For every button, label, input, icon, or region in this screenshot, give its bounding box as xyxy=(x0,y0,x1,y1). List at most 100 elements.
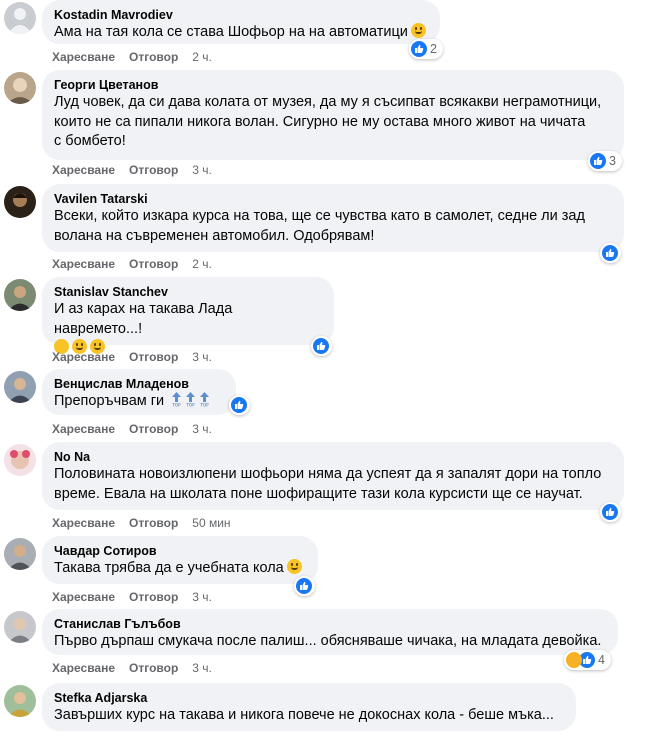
reply-link[interactable]: Отговор xyxy=(129,350,178,364)
comment-author[interactable]: Станислав Гълъбов xyxy=(54,616,606,632)
comment-bubble: Stanislav Stanchev И аз карах на такава … xyxy=(42,277,334,354)
avatar[interactable] xyxy=(4,371,36,403)
like-link[interactable]: Харесване xyxy=(52,350,115,364)
avatar[interactable] xyxy=(4,186,36,218)
comment-actions: Харесване Отговор 3 ч. xyxy=(52,589,212,605)
like-link[interactable]: Харесване xyxy=(52,257,115,271)
reaction-count: 2 xyxy=(430,42,437,56)
comment-text: Завърших курс на такава и никога повече … xyxy=(54,707,554,723)
comment-text-line: които не са пипали никога волан. Сигурно… xyxy=(54,113,586,130)
smile-emoji xyxy=(410,23,426,38)
like-link[interactable]: Харесване xyxy=(52,590,115,604)
like-icon xyxy=(411,41,427,57)
comment-time[interactable]: 50 мин xyxy=(192,516,230,530)
comment-text: Препоръчвам ги TOP TOP TOP xyxy=(54,392,224,412)
comment-text-content: Такава трябва да е учебната кола xyxy=(54,560,284,576)
comment-author[interactable]: Vavilen Tatarski xyxy=(54,191,612,207)
reaction-summary[interactable] xyxy=(229,395,250,415)
comment-time[interactable]: 3 ч. xyxy=(192,163,212,177)
reaction-summary[interactable]: 3 xyxy=(588,151,622,171)
avatar[interactable] xyxy=(4,611,36,643)
comment-text: Ама на тая кола се става Шофьор на на ав… xyxy=(54,23,428,43)
comment-text-content: Ама на тая кола се става Шофьор на на ав… xyxy=(54,24,408,40)
comment-time[interactable]: 2 ч. xyxy=(192,257,212,271)
reply-link[interactable]: Отговор xyxy=(129,50,178,64)
comment-author[interactable]: Kostadin Mavrodiev xyxy=(54,7,428,23)
comment-bubble: Kostadin Mavrodiev Ама на тая кола се ст… xyxy=(42,0,440,44)
like-icon xyxy=(296,578,312,594)
avatar[interactable] xyxy=(4,538,36,570)
comment-bubble: Станислав Гълъбов Първо дърпаш смукача п… xyxy=(42,609,618,655)
comment-bubble: Георги Цветанов Луд човек, да си дава ко… xyxy=(42,70,624,160)
comment-text-content: Препоръчвам ги xyxy=(54,393,165,409)
reaction-summary[interactable] xyxy=(311,336,332,356)
like-icon xyxy=(231,397,247,413)
comment-text: Такава трябва да е учебната кола xyxy=(54,559,306,579)
avatar[interactable] xyxy=(4,444,36,476)
comment-time[interactable]: 3 ч. xyxy=(192,422,212,436)
like-link[interactable]: Харесване xyxy=(52,422,115,436)
smile-emoji xyxy=(286,559,302,574)
comment-author[interactable]: Stefka Adjarska xyxy=(54,690,564,706)
comment-text-line: време. Евала на школата поне шофиращите … xyxy=(54,485,583,502)
comment-author[interactable]: Чавдар Сотиров xyxy=(54,543,306,559)
like-link[interactable]: Харесване xyxy=(52,516,115,530)
comment-text: И аз карах на такава Лада навремето...! xyxy=(54,301,233,337)
comment-bubble: Stefka Adjarska Завърших курс на такава … xyxy=(42,683,576,731)
comment-time[interactable]: 3 ч. xyxy=(192,590,212,604)
comments-feed: Kostadin Mavrodiev Ама на тая кола се ст… xyxy=(0,0,649,735)
comment-time[interactable]: 3 ч. xyxy=(192,661,212,675)
comment-bubble: No Na Половината новоизлюпени шофьори ня… xyxy=(42,442,624,510)
like-link[interactable]: Харесване xyxy=(52,163,115,177)
reaction-count: 4 xyxy=(598,653,605,667)
reply-link[interactable]: Отговор xyxy=(129,661,178,675)
haha-icon xyxy=(566,652,582,668)
comment-text: Първо дърпаш смукача после палиш... обяс… xyxy=(54,633,602,649)
reaction-summary[interactable]: 2 xyxy=(409,39,443,59)
like-icon xyxy=(602,504,618,520)
reaction-summary[interactable] xyxy=(600,243,621,263)
comment-actions: Харесване Отговор 3 ч. xyxy=(52,162,212,178)
reply-link[interactable]: Отговор xyxy=(129,590,178,604)
comment-actions: Харесване Отговор 50 мин xyxy=(52,515,231,531)
svg-text:TOP: TOP xyxy=(172,403,182,408)
reaction-summary[interactable] xyxy=(600,502,621,522)
comment-text-line: Половината новоизлюпени шофьори няма да … xyxy=(54,466,602,482)
top-emoji: TOP xyxy=(186,392,196,408)
comment-author[interactable]: Венцислав Младенов xyxy=(54,376,224,392)
like-icon xyxy=(602,245,618,261)
comment-author[interactable]: Stanislav Stanchev xyxy=(54,284,322,300)
comment-bubble: Чавдар Сотиров Такава трябва да е учебна… xyxy=(42,536,318,584)
comment-bubble: Венцислав Младенов Препоръчвам ги TOP TOP… xyxy=(42,369,236,415)
comment-actions: Харесване Отговор 2 ч. xyxy=(52,49,212,65)
reply-link[interactable]: Отговор xyxy=(129,516,178,530)
comment-text-line: Всеки, който изкара курса на това, ще се… xyxy=(54,208,585,224)
reaction-summary[interactable]: 4 xyxy=(564,650,611,670)
comment-author[interactable]: No Na xyxy=(54,449,612,465)
comment-author[interactable]: Георги Цветанов xyxy=(54,77,612,93)
like-link[interactable]: Харесване xyxy=(52,661,115,675)
svg-text:TOP: TOP xyxy=(186,403,196,408)
comment-text-line: волана на съвременен автомобил. Одобрява… xyxy=(54,227,375,244)
comment-time[interactable]: 2 ч. xyxy=(192,50,212,64)
reply-link[interactable]: Отговор xyxy=(129,422,178,436)
comment-text-line: с бомбето! xyxy=(54,133,126,149)
avatar[interactable] xyxy=(4,685,36,717)
comment-actions: Харесване Отговор 3 ч. xyxy=(52,660,212,676)
like-icon xyxy=(590,153,606,169)
like-link[interactable]: Харесване xyxy=(52,50,115,64)
top-emoji: TOP xyxy=(200,392,210,408)
svg-text:TOP: TOP xyxy=(200,403,210,408)
reply-link[interactable]: Отговор xyxy=(129,163,178,177)
avatar[interactable] xyxy=(4,2,36,34)
comment-time[interactable]: 3 ч. xyxy=(192,350,212,364)
comment-actions: Харесване Отговор 3 ч. xyxy=(52,349,212,365)
reaction-summary[interactable] xyxy=(294,576,315,596)
comment-actions: Харесване Отговор 3 ч. xyxy=(52,421,212,437)
top-emoji: TOP xyxy=(172,392,182,408)
comment-bubble: Vavilen Tatarski Всеки, който изкара кур… xyxy=(42,184,624,252)
reaction-count: 3 xyxy=(609,154,616,168)
avatar[interactable] xyxy=(4,279,36,311)
reply-link[interactable]: Отговор xyxy=(129,257,178,271)
avatar[interactable] xyxy=(4,72,36,104)
